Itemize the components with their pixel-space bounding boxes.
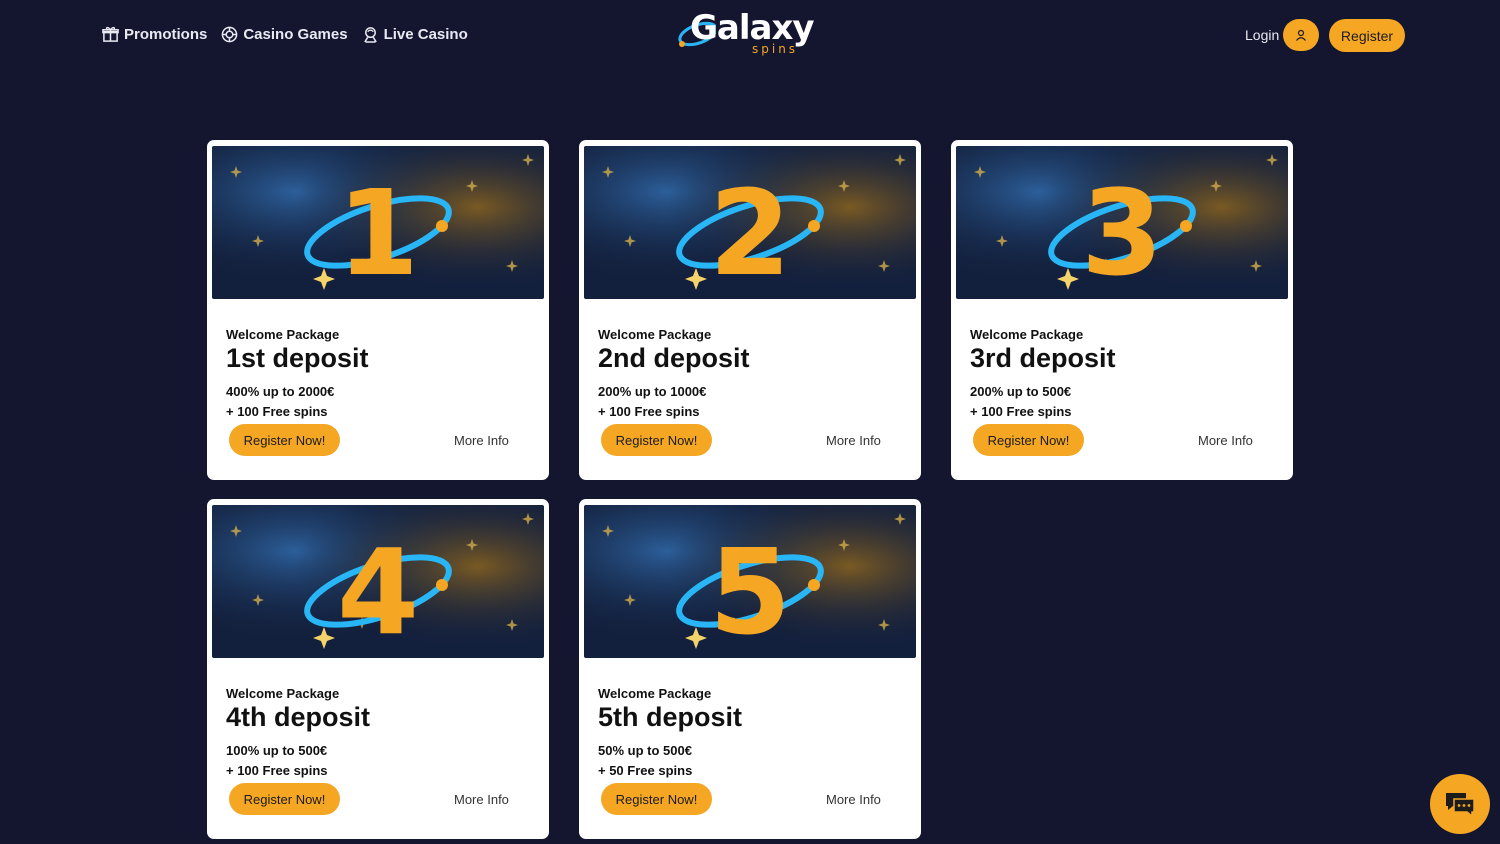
card-free-spins: + 100 Free spins <box>598 404 700 419</box>
card-free-spins: + 100 Free spins <box>226 763 328 778</box>
promo-card: 2 Welcome Package 2nd deposit 200% up to… <box>579 140 921 480</box>
chat-icon <box>1446 793 1475 818</box>
promo-banner-image: 4 <box>212 505 544 658</box>
header-register-button[interactable]: Register <box>1329 19 1405 52</box>
svg-text:4: 4 <box>337 523 419 658</box>
card-kicker: Welcome Package <box>226 686 340 701</box>
site-header: Promotions Casino Games Live Casino Gala… <box>0 0 1500 72</box>
nav-casino-games-label: Casino Games <box>243 26 348 43</box>
svg-text:1: 1 <box>337 164 419 299</box>
svg-text:2: 2 <box>709 164 791 299</box>
card-title: 3rd deposit <box>970 343 1116 373</box>
gift-icon <box>102 26 119 43</box>
card-bonus: 200% up to 1000€ <box>598 384 707 399</box>
main-nav: Promotions Casino Games Live Casino <box>102 26 468 43</box>
promo-card: 3 Welcome Package 3rd deposit 200% up to… <box>951 140 1293 480</box>
card-bonus: 200% up to 500€ <box>970 384 1072 399</box>
login-button[interactable] <box>1283 19 1320 51</box>
card-free-spins: + 50 Free spins <box>598 763 693 778</box>
promo-banner-image: 3 <box>956 146 1288 299</box>
login-link[interactable]: Login <box>1245 27 1279 43</box>
promo-card: 1 Welcome Package 1st deposit 400% up to… <box>207 140 549 480</box>
card-title: 5th deposit <box>598 702 743 732</box>
card-free-spins: + 100 Free spins <box>970 404 1072 419</box>
card-title: 1st deposit <box>226 343 369 373</box>
card-free-spins: + 100 Free spins <box>226 404 328 419</box>
card-kicker: Welcome Package <box>598 686 712 701</box>
card-kicker: Welcome Package <box>970 327 1084 342</box>
more-info-link[interactable]: More Info <box>826 433 881 448</box>
more-info-link[interactable]: More Info <box>454 792 509 807</box>
svg-text:3: 3 <box>1081 164 1163 299</box>
nav-live-casino[interactable]: Live Casino <box>362 26 468 43</box>
promo-card: 5 Welcome Package 5th deposit 50% up to … <box>579 499 921 839</box>
card-kicker: Welcome Package <box>226 327 340 342</box>
promo-banner-image: 2 <box>584 146 916 299</box>
card-bonus: 50% up to 500€ <box>598 743 692 758</box>
register-now-button[interactable]: Register Now! <box>973 424 1084 456</box>
dealer-icon <box>362 26 379 43</box>
galaxy-spins-logo[interactable]: Galaxy spins <box>676 6 826 56</box>
register-now-button[interactable]: Register Now! <box>229 424 340 456</box>
more-info-link[interactable]: More Info <box>454 433 509 448</box>
login-area: Login <box>1245 19 1320 51</box>
nav-casino-games[interactable]: Casino Games <box>221 26 348 43</box>
card-title: 4th deposit <box>226 702 371 732</box>
user-icon <box>1296 29 1307 41</box>
nav-live-casino-label: Live Casino <box>383 26 468 43</box>
promo-card: 4 Welcome Package 4th deposit 100% up to… <box>207 499 549 839</box>
svg-text:5: 5 <box>709 523 791 658</box>
card-title: 2nd deposit <box>598 343 750 373</box>
card-bonus: 400% up to 2000€ <box>226 384 335 399</box>
more-info-link[interactable]: More Info <box>1198 433 1253 448</box>
register-now-button[interactable]: Register Now! <box>601 783 712 815</box>
card-kicker: Welcome Package <box>598 327 712 342</box>
card-bonus: 100% up to 500€ <box>226 743 328 758</box>
register-now-button[interactable]: Register Now! <box>601 424 712 456</box>
nav-promotions-label: Promotions <box>124 26 208 43</box>
nav-promotions[interactable]: Promotions <box>102 26 207 43</box>
live-chat-button[interactable] <box>1430 774 1490 834</box>
promo-banner-image: 5 <box>584 505 916 658</box>
casino-chip-icon <box>221 26 238 43</box>
logo-subtext: spins <box>752 42 799 56</box>
register-now-button[interactable]: Register Now! <box>229 783 340 815</box>
more-info-link[interactable]: More Info <box>826 792 881 807</box>
promo-banner-image: 1 <box>212 146 544 299</box>
